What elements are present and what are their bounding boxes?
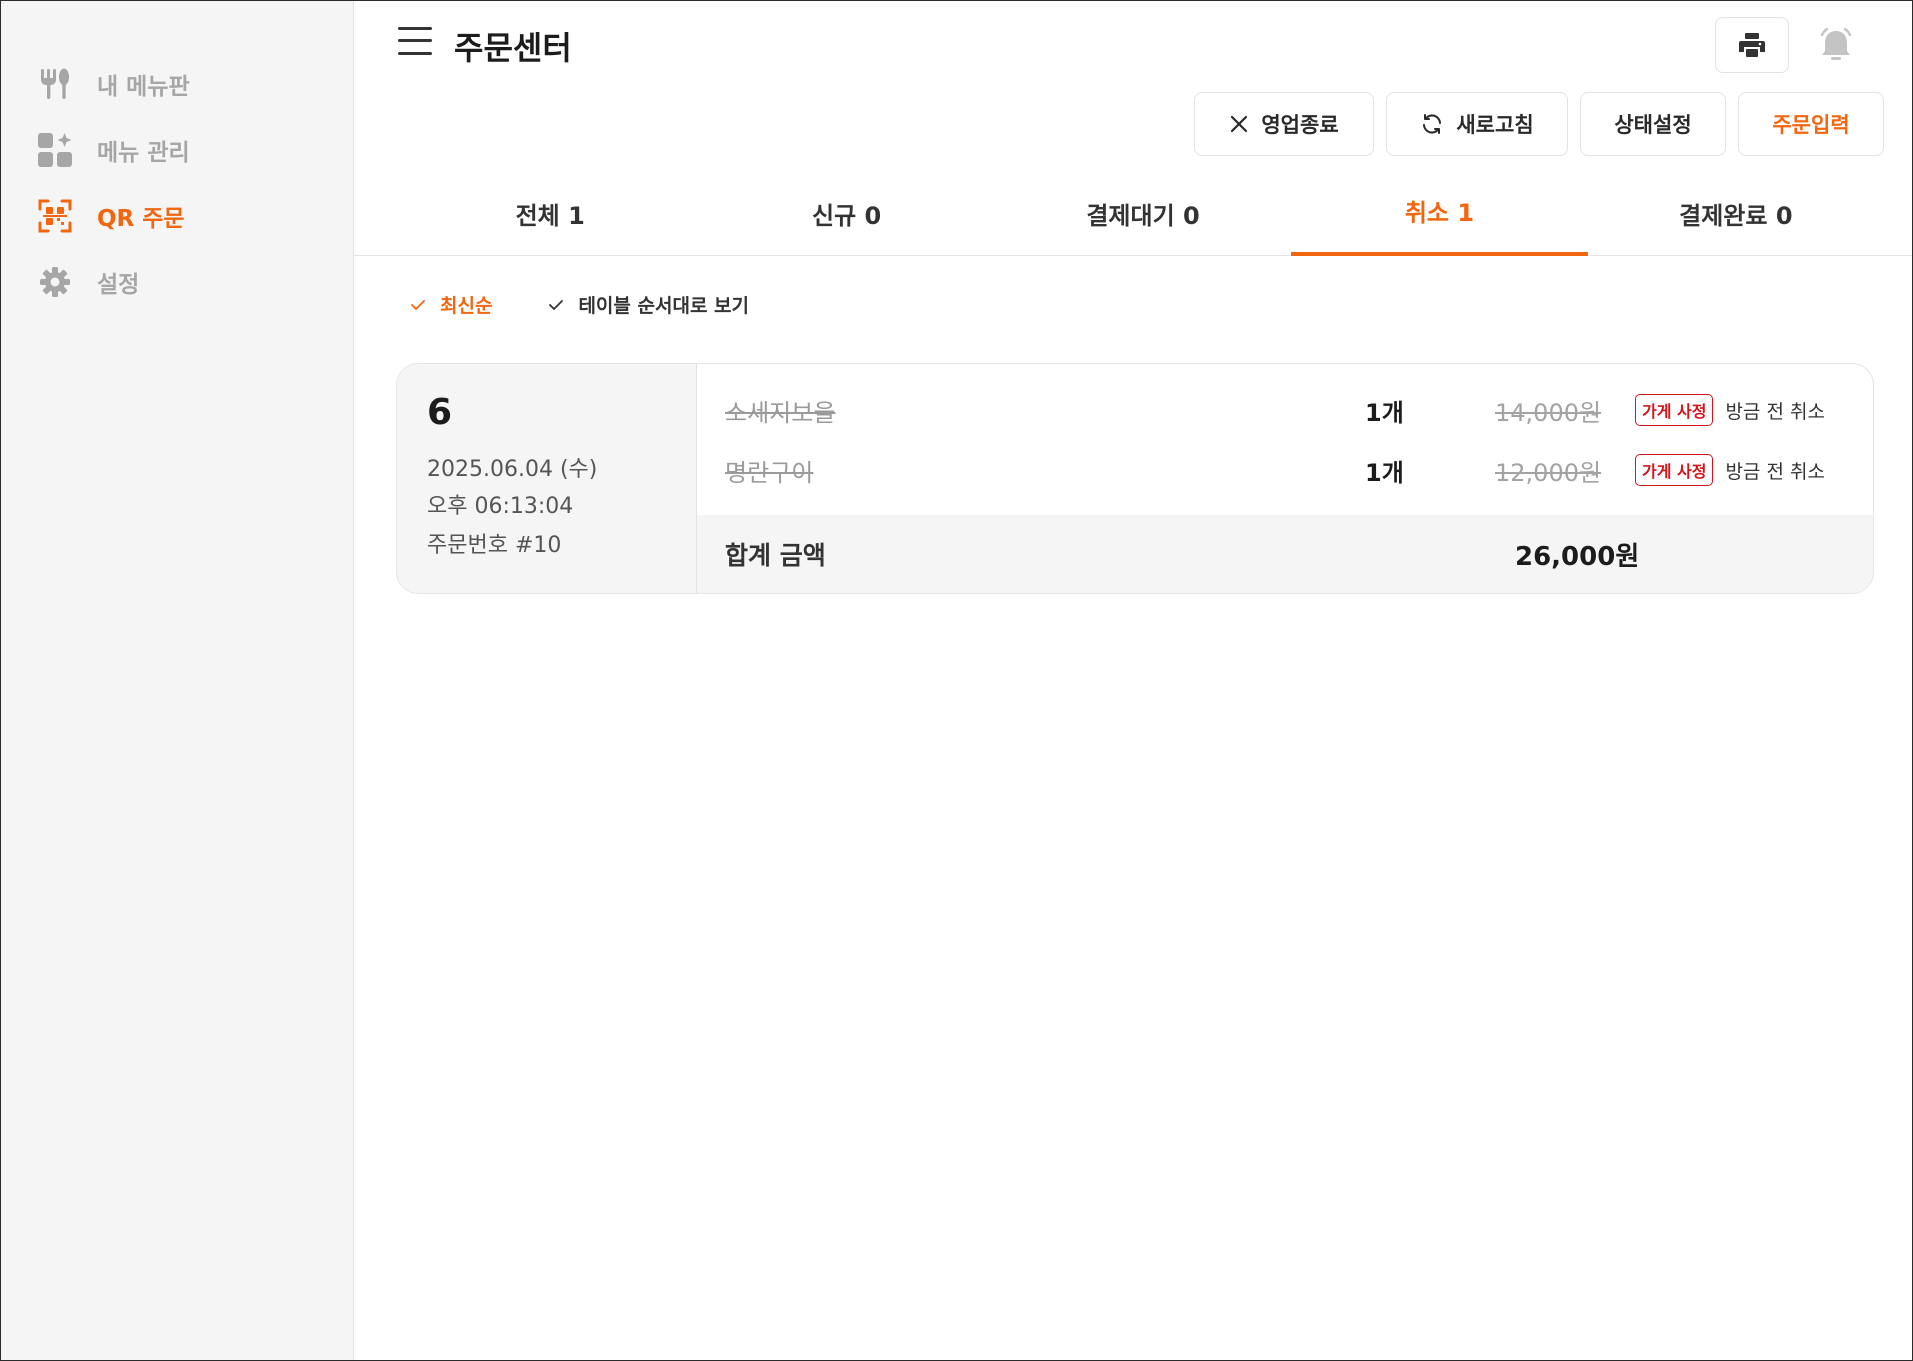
close-business-label: 영업종료: [1261, 114, 1339, 137]
filter-by-table[interactable]: 테이블 순서대로 보기: [548, 291, 749, 318]
order-items-panel: 소세지보울 1개 14,000원 가게 사정 방금 전 취소 명란구이 1개 1…: [697, 364, 1873, 593]
page-title: 주문센터: [454, 29, 572, 67]
item-name: 소세지보울: [725, 398, 836, 427]
close-business-button[interactable]: 영업종료: [1194, 92, 1374, 156]
top-bar: 주문센터: [354, 1, 1912, 87]
action-toolbar: 영업종료 새로고침 상태설정 주문입력: [1194, 92, 1884, 156]
order-card[interactable]: 6 2025.06.04 (수) 오후 06:13:04 주문번호 #10 소세…: [396, 363, 1874, 594]
order-time: 오후 06:13:04: [427, 494, 574, 519]
status-settings-button[interactable]: 상태설정: [1580, 92, 1726, 156]
order-total-row: 합계 금액 26,000원: [697, 515, 1873, 593]
check-icon: [411, 299, 425, 310]
total-value: 26,000원: [1515, 541, 1640, 572]
tab-new[interactable]: 신규 0: [698, 181, 994, 255]
filter-latest-label: 최신순: [440, 295, 493, 317]
hamburger-menu-icon[interactable]: [398, 25, 432, 57]
list-item: 소세지보울 1개 14,000원 가게 사정 방금 전 취소: [725, 390, 1845, 430]
sidebar-item-qr-order[interactable]: QR 주문: [1, 183, 353, 249]
total-label: 합계 금액: [725, 541, 826, 570]
main-content: 주문센터 영업종료 새로고침 상태설정 주문입력 전체 1 신규 0 결제대기 …: [354, 1, 1912, 1360]
check-icon: [549, 299, 564, 310]
item-name: 명란구이: [725, 458, 814, 487]
grid-plus-icon: [37, 132, 73, 168]
item-quantity: 1개: [1365, 458, 1404, 487]
utensils-icon: [37, 66, 73, 102]
cancel-time-note: 방금 전 취소: [1725, 460, 1825, 483]
close-icon: [1231, 115, 1248, 133]
tab-all[interactable]: 전체 1: [402, 181, 698, 255]
sidebar-item-my-menu[interactable]: 내 메뉴판: [1, 51, 353, 117]
refresh-label: 새로고침: [1456, 114, 1534, 137]
qr-scan-icon: [37, 198, 73, 234]
item-price: 14,000원: [1495, 398, 1602, 427]
sidebar-item-settings[interactable]: 설정: [1, 249, 353, 315]
app-window: 내 메뉴판 메뉴 관리 QR 주문 설정 주문센터 영업종료 새로고침 상태설정…: [0, 0, 1913, 1361]
sidebar: 내 메뉴판 메뉴 관리 QR 주문 설정: [1, 1, 354, 1360]
order-number: 주문번호 #10: [427, 533, 562, 558]
item-quantity: 1개: [1365, 398, 1404, 427]
sidebar-item-menu-management[interactable]: 메뉴 관리: [1, 117, 353, 183]
cancel-time-note: 방금 전 취소: [1725, 400, 1825, 423]
table-number: 6: [427, 392, 453, 433]
printer-icon: [1739, 33, 1765, 57]
sidebar-item-label: 메뉴 관리: [97, 140, 190, 166]
sort-filters: 최신순 테이블 순서대로 보기: [410, 291, 749, 318]
refresh-button[interactable]: 새로고침: [1386, 92, 1568, 156]
order-input-button[interactable]: 주문입력: [1738, 92, 1884, 156]
order-info-panel: 6 2025.06.04 (수) 오후 06:13:04 주문번호 #10: [397, 364, 697, 593]
refresh-icon: [1423, 114, 1442, 134]
alarm-button[interactable]: [1799, 17, 1873, 73]
cancel-reason-badge: 가게 사정: [1635, 394, 1714, 426]
tab-payment-complete[interactable]: 결제완료 0: [1588, 181, 1884, 255]
order-date: 2025.06.04 (수): [427, 457, 598, 482]
print-button[interactable]: [1715, 17, 1789, 73]
list-item: 명란구이 1개 12,000원 가게 사정 방금 전 취소: [725, 450, 1845, 490]
sidebar-item-label: QR 주문: [97, 206, 185, 232]
filter-by-table-label: 테이블 순서대로 보기: [578, 295, 750, 317]
alarm-bell-icon: [1820, 27, 1852, 60]
tab-payment-pending[interactable]: 결제대기 0: [995, 181, 1291, 255]
tab-cancelled[interactable]: 취소 1: [1291, 181, 1589, 256]
sidebar-item-label: 내 메뉴판: [97, 74, 190, 100]
gear-icon: [37, 264, 73, 300]
item-price: 12,000원: [1495, 458, 1602, 487]
sidebar-item-label: 설정: [97, 272, 140, 298]
order-status-tabs: 전체 1 신규 0 결제대기 0 취소 1 결제완료 0: [354, 181, 1912, 256]
filter-latest[interactable]: 최신순: [410, 291, 492, 318]
cancel-reason-badge: 가게 사정: [1635, 454, 1714, 486]
